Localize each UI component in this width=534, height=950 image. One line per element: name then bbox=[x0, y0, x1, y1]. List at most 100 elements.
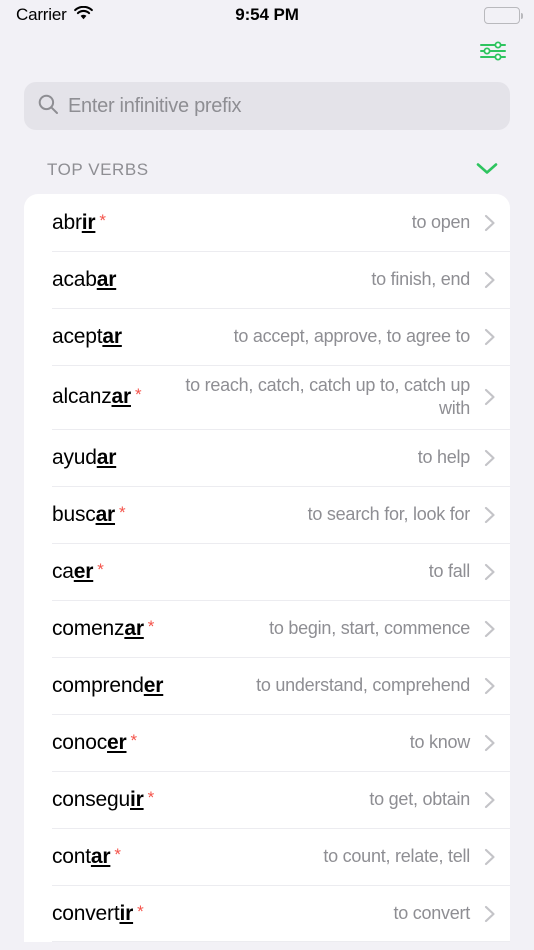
verb-definition: to open bbox=[411, 211, 471, 232]
verb-ending: ar bbox=[95, 502, 116, 526]
verb-definition: to begin, start, commence bbox=[269, 618, 470, 639]
verb-infinitive: ayudar bbox=[52, 446, 116, 470]
chevron-right-icon bbox=[484, 388, 495, 406]
chevron-right-icon bbox=[484, 449, 495, 466]
chevron-right-icon bbox=[484, 506, 495, 523]
verb-row[interactable]: conseguir * to get, obtain bbox=[24, 771, 510, 828]
verb-definition: to fall bbox=[428, 561, 471, 582]
verb-row[interactable]: caer * to fall bbox=[24, 543, 510, 600]
chevron-right-icon bbox=[484, 677, 495, 694]
verb-ending: ar bbox=[124, 616, 144, 640]
verb-ending: ar bbox=[111, 385, 132, 409]
search-input[interactable] bbox=[68, 94, 497, 118]
verb-stem: comenz bbox=[52, 616, 125, 640]
verb-row[interactable]: convertir * to convert bbox=[24, 885, 510, 943]
verb-definition: to reach, catch, catch up to, catch up w… bbox=[185, 375, 470, 419]
verb-row[interactable]: aceptar to accept, approve, to agree to bbox=[24, 308, 510, 365]
chevron-right-icon bbox=[484, 271, 495, 288]
verb-stem: acab bbox=[52, 267, 97, 291]
carrier-label: Carrier bbox=[16, 5, 67, 24]
verb-ending: ar bbox=[96, 267, 117, 291]
irregular-verb-marker: * bbox=[130, 730, 138, 750]
irregular-verb-marker: * bbox=[134, 385, 142, 405]
verb-stem: acept bbox=[52, 324, 103, 348]
verb-ending: er bbox=[143, 673, 164, 697]
status-bar-left: Carrier bbox=[16, 5, 93, 25]
verb-stem: abr bbox=[52, 210, 82, 234]
verb-row[interactable]: alcanzar * to reach, catch, catch up to, c… bbox=[24, 365, 510, 429]
verb-infinitive: alcanzar * bbox=[52, 385, 142, 409]
verb-ending: er bbox=[73, 559, 94, 583]
verb-definition: to get, obtain bbox=[369, 789, 470, 810]
toolbar bbox=[0, 30, 534, 74]
chevron-right-icon bbox=[484, 563, 495, 580]
verb-definition: to understand, comprehend bbox=[256, 675, 470, 696]
verb-stem: ca bbox=[52, 559, 74, 583]
wifi-icon bbox=[73, 5, 93, 25]
chevron-down-icon bbox=[475, 161, 499, 179]
verb-stem: comprend bbox=[52, 673, 144, 697]
verb-list-card: abrir * to open acabar to finish, end aceptar… bbox=[24, 194, 510, 943]
section-collapse-button[interactable] bbox=[470, 158, 504, 182]
verb-ending: ir bbox=[81, 210, 96, 234]
verb-row[interactable]: comenzar * to begin, start, commence bbox=[24, 600, 510, 657]
verb-infinitive: buscar * bbox=[52, 502, 126, 527]
verb-infinitive: abrir * bbox=[52, 211, 106, 235]
irregular-verb-marker: * bbox=[119, 502, 126, 522]
irregular-verb-marker: * bbox=[99, 210, 106, 230]
section-header: TOP VERBS bbox=[0, 130, 534, 194]
verb-row[interactable]: contar * to count, relate, tell bbox=[24, 828, 510, 885]
verb-definition: to know bbox=[409, 732, 471, 753]
verb-stem: consegu bbox=[52, 787, 130, 811]
verb-infinitive: contar * bbox=[52, 845, 121, 869]
irregular-verb-marker: * bbox=[147, 787, 155, 807]
irregular-verb-marker: * bbox=[114, 844, 121, 864]
status-bar: Carrier 9:54 PM bbox=[0, 0, 534, 30]
chevron-right-icon bbox=[484, 214, 495, 231]
section-title: TOP VERBS bbox=[47, 160, 149, 179]
filter-settings-button[interactable] bbox=[476, 37, 510, 67]
verb-definition: to count, relate, tell bbox=[323, 846, 470, 867]
verb-ending: ar bbox=[102, 324, 122, 348]
verb-infinitive: conseguir * bbox=[52, 788, 154, 812]
status-bar-right bbox=[484, 6, 523, 24]
irregular-verb-marker: * bbox=[137, 901, 144, 921]
verb-stem: busc bbox=[52, 502, 96, 526]
chevron-right-icon bbox=[484, 734, 495, 751]
verb-infinitive: conocer * bbox=[52, 731, 137, 755]
verb-stem: cont bbox=[52, 844, 91, 868]
verb-infinitive: comprender bbox=[52, 674, 163, 698]
chevron-right-icon bbox=[484, 791, 495, 808]
chevron-right-icon bbox=[484, 328, 495, 345]
search-bar[interactable] bbox=[24, 82, 510, 130]
verb-infinitive: aceptar bbox=[52, 325, 122, 349]
verb-ending: er bbox=[107, 730, 127, 754]
verb-ending: ir bbox=[130, 787, 144, 811]
verb-stem: conoc bbox=[52, 730, 108, 754]
verb-ending: ir bbox=[119, 901, 134, 925]
verb-row[interactable]: conocer * to know bbox=[24, 714, 510, 771]
irregular-verb-marker: * bbox=[97, 559, 104, 579]
verb-definition: to finish, end bbox=[371, 268, 470, 289]
chevron-right-icon bbox=[484, 848, 495, 865]
verb-ending: ar bbox=[90, 844, 111, 868]
verb-definition: to help bbox=[417, 447, 471, 468]
verb-stem: alcanz bbox=[52, 385, 112, 409]
verb-definition: to accept, approve, to agree to bbox=[233, 325, 471, 346]
verb-infinitive: comenzar * bbox=[52, 617, 154, 641]
search-container bbox=[0, 74, 534, 130]
verb-row[interactable]: comprender to understand, comprehend bbox=[24, 657, 510, 714]
verb-definition: to search for, look for bbox=[307, 504, 471, 525]
verb-row[interactable]: acabar to finish, end bbox=[24, 251, 510, 308]
verb-row[interactable]: abrir * to open bbox=[24, 194, 510, 251]
verb-row[interactable]: ayudar to help bbox=[24, 429, 510, 486]
verb-stem: convert bbox=[52, 901, 120, 925]
verb-row[interactable]: buscar * to search for, look for bbox=[24, 486, 510, 543]
chevron-right-icon bbox=[484, 905, 495, 922]
verb-ending: ar bbox=[96, 445, 117, 469]
battery-full-icon bbox=[484, 6, 523, 24]
chevron-right-icon bbox=[484, 620, 495, 637]
irregular-verb-marker: * bbox=[147, 616, 155, 636]
verb-infinitive: caer * bbox=[52, 560, 104, 584]
search-icon bbox=[37, 93, 59, 120]
